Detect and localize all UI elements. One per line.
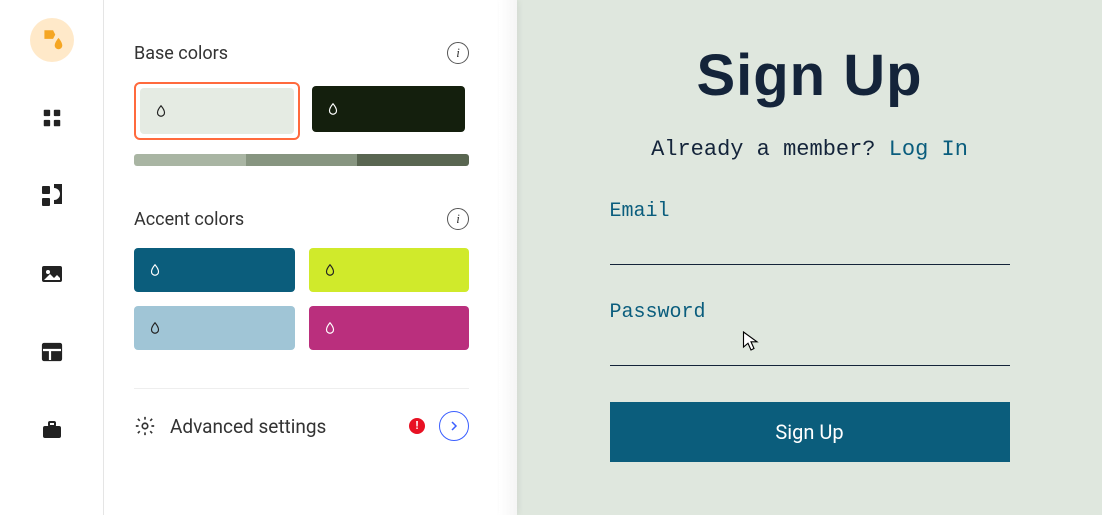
- base-swatch-1[interactable]: [140, 88, 294, 134]
- drop-icon: [326, 102, 340, 116]
- color-panel: Base colors i Accent colors i: [104, 0, 499, 515]
- advanced-label: Advanced settings: [170, 415, 395, 438]
- shade-2[interactable]: [246, 154, 358, 166]
- advanced-settings-row[interactable]: Advanced settings: [134, 411, 469, 441]
- divider: [134, 388, 469, 389]
- info-icon[interactable]: i: [447, 208, 469, 230]
- icon-rail: [0, 0, 104, 515]
- accent-colors-label: Accent colors: [134, 209, 244, 230]
- password-input[interactable]: [610, 328, 1010, 366]
- password-label: Password: [610, 301, 1010, 324]
- signup-title: Sign Up: [567, 42, 1052, 109]
- drop-icon: [154, 104, 168, 118]
- signup-form: Sign Up Already a member? Log In Email P…: [517, 0, 1102, 462]
- base-swatch-2-wrap: [308, 82, 470, 140]
- shade-3[interactable]: [357, 154, 469, 166]
- rail-table-icon[interactable]: [30, 330, 74, 374]
- already-text: Already a member?: [651, 137, 889, 162]
- base-swatch-2[interactable]: [312, 86, 466, 132]
- drop-icon: [323, 263, 337, 277]
- password-field-group: Password: [610, 301, 1010, 366]
- accent-swatch-4[interactable]: [309, 306, 470, 350]
- shade-1[interactable]: [134, 154, 246, 166]
- alert-icon: [409, 418, 425, 434]
- rail-image-icon[interactable]: [30, 252, 74, 296]
- drop-icon: [148, 321, 162, 335]
- drop-icon: [148, 263, 162, 277]
- drop-icon: [323, 321, 337, 335]
- accent-swatch-1[interactable]: [134, 248, 295, 292]
- shade-bar[interactable]: [134, 154, 469, 166]
- email-label: Email: [610, 200, 1010, 223]
- signup-button[interactable]: Sign Up: [610, 402, 1010, 462]
- already-member-text: Already a member? Log In: [567, 137, 1052, 162]
- email-input[interactable]: [610, 227, 1010, 265]
- base-colors-header: Base colors i: [134, 42, 469, 64]
- preview-edge: [499, 0, 517, 515]
- rail-briefcase-icon[interactable]: [30, 408, 74, 452]
- accent-swatch-2[interactable]: [309, 248, 470, 292]
- preview-canvas: Sign Up Already a member? Log In Email P…: [517, 0, 1102, 515]
- chevron-right-icon[interactable]: [439, 411, 469, 441]
- accent-section: Accent colors i: [134, 208, 469, 350]
- rail-puzzle-icon[interactable]: [30, 174, 74, 218]
- base-colors-label: Base colors: [134, 43, 228, 64]
- gear-icon: [134, 415, 156, 437]
- accent-swatch-3[interactable]: [134, 306, 295, 350]
- base-swatch-1-wrap: [134, 82, 300, 140]
- info-icon[interactable]: i: [447, 42, 469, 64]
- email-field-group: Email: [610, 200, 1010, 265]
- base-swatch-row: [134, 82, 469, 140]
- accent-colors-header: Accent colors i: [134, 208, 469, 230]
- rail-colors-icon[interactable]: [30, 18, 74, 62]
- login-link[interactable]: Log In: [889, 137, 968, 162]
- rail-grid-icon[interactable]: [30, 96, 74, 140]
